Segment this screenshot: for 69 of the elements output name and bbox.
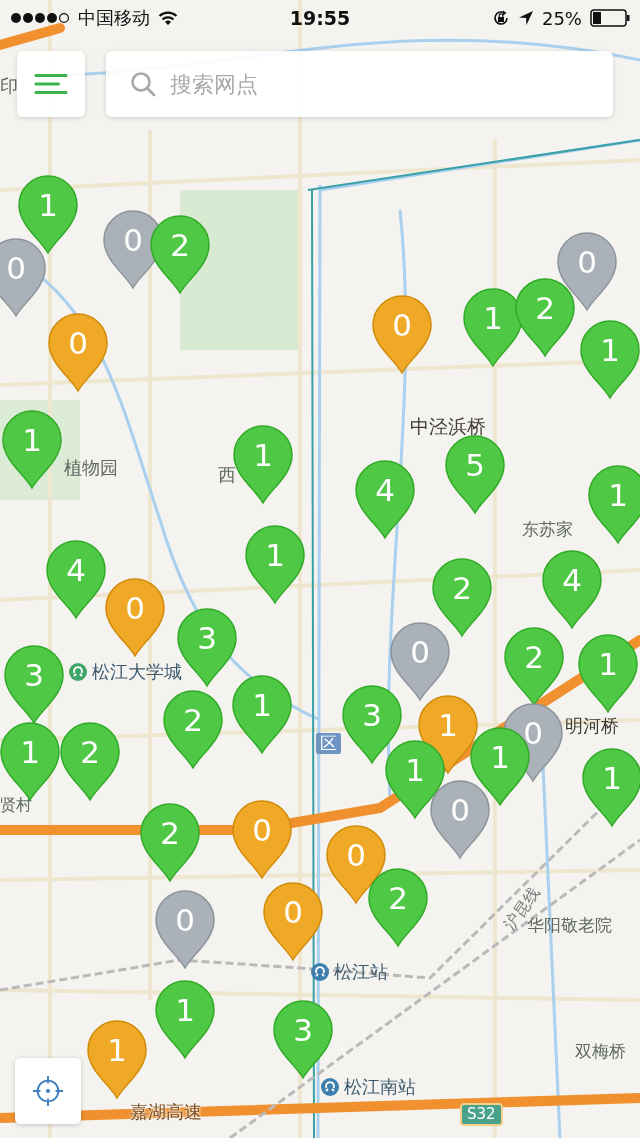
map-pin[interactable]: 1 — [418, 695, 478, 775]
map-pin[interactable]: 0 — [372, 295, 432, 375]
map-pin[interactable]: 1 — [463, 288, 523, 368]
map-label: 印 — [0, 76, 18, 96]
station-label: 松江站 — [334, 960, 388, 984]
map-pin[interactable]: 1 — [87, 1020, 147, 1100]
district-label: 区 — [316, 733, 341, 754]
map-label: 植物园 — [64, 458, 118, 478]
search-input[interactable]: 搜索网点 — [168, 70, 589, 98]
station-icon — [68, 662, 88, 682]
map-pin[interactable]: 3 — [4, 645, 64, 725]
map-label: 明河桥 — [565, 716, 619, 736]
map-pin[interactable]: 0 — [232, 800, 292, 880]
map-label: 西 — [218, 465, 236, 485]
battery-percent: 25% — [541, 7, 582, 29]
map-pin[interactable]: 1 — [385, 740, 445, 820]
map-pin[interactable]: 0 — [390, 622, 450, 702]
locate-button[interactable] — [15, 1058, 81, 1124]
map-pin[interactable]: 1 — [2, 410, 62, 490]
map-pin[interactable]: 0 — [430, 780, 490, 860]
map-pin[interactable]: 2 — [515, 278, 575, 358]
map-pin[interactable]: 1 — [582, 748, 640, 828]
map-pin[interactable]: 2 — [140, 803, 200, 883]
map-label: 东苏家 — [522, 520, 573, 539]
menu-icon — [34, 72, 68, 96]
map-label: 中泾浜桥 — [410, 416, 486, 437]
map-pin[interactable]: 1 — [580, 320, 640, 400]
map-pin[interactable]: 0 — [326, 825, 386, 905]
station-label: 松江南站 — [344, 1075, 416, 1099]
map-label: 华阳敬老院 — [527, 916, 612, 935]
map-pin[interactable]: 4 — [46, 540, 106, 620]
map-pin[interactable]: 1 — [18, 175, 78, 255]
map-pin[interactable]: 0 — [0, 238, 46, 318]
map-pin[interactable]: 2 — [150, 215, 210, 295]
map-pin[interactable]: 2 — [432, 558, 492, 638]
map-pin[interactable]: 2 — [60, 722, 120, 802]
location-arrow-icon — [517, 10, 534, 26]
map-pin[interactable]: 4 — [542, 550, 602, 630]
status-time: 19:55 — [289, 7, 351, 29]
map-label: 双梅桥 — [575, 1042, 626, 1061]
map-pin[interactable]: 0 — [105, 578, 165, 658]
highway-line — [0, 23, 65, 50]
map-pin[interactable]: 1 — [588, 465, 640, 545]
crosshair-icon — [31, 1074, 65, 1108]
map-pin[interactable]: 5 — [445, 435, 505, 515]
wifi-icon — [158, 10, 178, 26]
map-pin[interactable]: 1 — [155, 980, 215, 1060]
map-pin[interactable]: 4 — [355, 460, 415, 540]
map-pin[interactable]: 0 — [155, 890, 215, 970]
search-icon — [130, 71, 156, 97]
map-pin[interactable]: 0 — [48, 313, 108, 393]
map-pin[interactable]: 2 — [163, 690, 223, 770]
map-pin[interactable]: 0 — [557, 232, 617, 312]
map-pin[interactable]: 1 — [245, 525, 305, 605]
map-pin[interactable]: 2 — [368, 868, 428, 948]
map-pin[interactable]: 1 — [578, 634, 638, 714]
station-icon — [320, 1077, 340, 1097]
search-field[interactable]: 搜索网点 — [106, 51, 613, 117]
road-shield: S32 — [460, 1103, 503, 1126]
menu-button[interactable] — [17, 51, 85, 117]
station-icon — [310, 962, 330, 982]
battery-icon — [590, 9, 630, 27]
map-pin[interactable]: 0 — [263, 882, 323, 962]
map-pin[interactable]: 1 — [232, 675, 292, 755]
signal-strength-icon — [10, 12, 70, 24]
rotation-lock-icon — [491, 9, 510, 27]
map-pin[interactable]: 3 — [342, 685, 402, 765]
map-pin[interactable]: 3 — [273, 1000, 333, 1080]
carrier-name: 中国移动 — [78, 6, 150, 30]
